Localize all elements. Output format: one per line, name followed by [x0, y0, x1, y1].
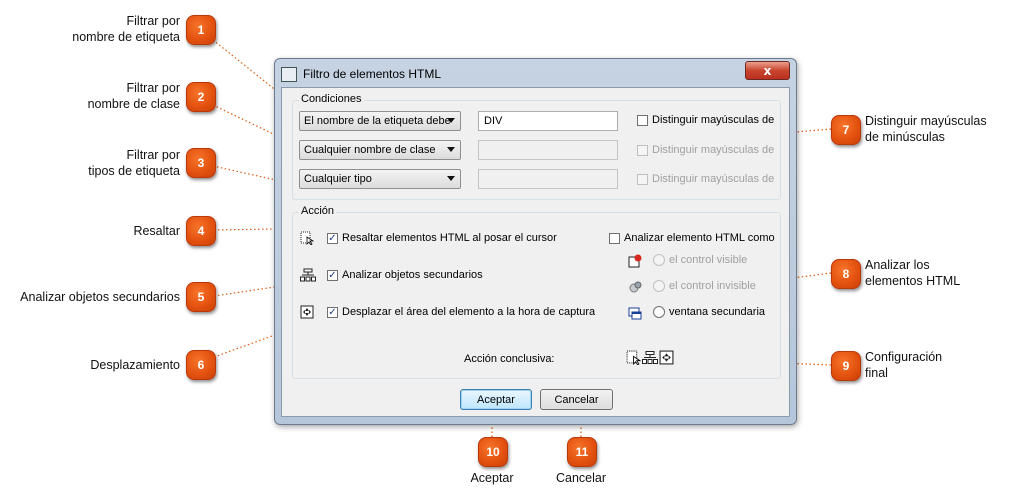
close-button[interactable]: x — [745, 61, 790, 80]
class-name-input[interactable] — [478, 140, 618, 160]
radio-child-window[interactable]: ventana secundaria — [653, 306, 773, 320]
child-window-icon — [628, 307, 642, 320]
callout-badge-6: 6 — [186, 350, 216, 380]
highlight-checkbox[interactable]: ✓ Resaltar elementos HTML al posar el cur… — [327, 232, 577, 246]
final-tree-icon — [642, 351, 658, 364]
cancel-button[interactable]: Cancelar — [540, 389, 613, 410]
dialog-client-area: Condiciones El nombre de la etiqueta deb… — [281, 87, 790, 417]
type-input[interactable] — [478, 169, 618, 189]
radio-invisible-control[interactable]: el control invisible — [653, 280, 773, 294]
final-highlight-icon — [626, 350, 641, 365]
final-action-icons[interactable] — [626, 350, 674, 366]
class-name-combo[interactable]: Cualquier nombre de clase — [299, 140, 461, 160]
radio-visible-control[interactable]: el control visible — [653, 254, 773, 268]
callout-badge-4: 4 — [186, 216, 216, 246]
callout-badge-7: 7 — [831, 115, 861, 145]
highlight-cursor-icon — [300, 231, 314, 245]
callout-text-6: Desplazamiento — [90, 358, 180, 372]
scroll-checkbox[interactable]: ✓ Desplazar el área del elemento a la hor… — [327, 306, 595, 320]
callout-text-10: Aceptar — [470, 471, 514, 485]
type-case-checkbox[interactable]: Distinguir mayúsculas de minúsculas — [637, 173, 777, 187]
final-action-label: Acción conclusiva: — [464, 353, 555, 365]
scroll-area-icon — [300, 305, 314, 319]
tree-structure-icon — [300, 268, 316, 282]
callout-badge-3: 3 — [186, 148, 216, 178]
callout-text-3: Filtrar por tipos de etiqueta — [88, 148, 180, 178]
callout-badge-1: 1 — [186, 15, 216, 45]
callout-badge-11: 11 — [567, 437, 597, 467]
callout-text-4: Resaltar — [133, 224, 180, 238]
class-case-checkbox[interactable]: Distinguir mayúsculas de minúsculas — [637, 144, 777, 158]
callout-badge-5: 5 — [186, 282, 216, 312]
invisible-control-icon — [629, 281, 642, 293]
callout-text-7: Distinguir mayúsculas de minúsculas — [865, 114, 987, 144]
action-group-label: Acción — [299, 205, 337, 217]
tag-name-input[interactable]: DIV — [478, 111, 618, 131]
callout-text-11: Cancelar — [555, 471, 607, 485]
callout-text-8: Analizar los elementos HTML — [865, 258, 961, 288]
analyze-as-checkbox[interactable]: Analizar elemento HTML como — [609, 232, 779, 246]
analyze-children-checkbox[interactable]: ✓ Analizar objetos secundarios — [327, 269, 527, 283]
conditions-group-label: Condiciones — [299, 93, 364, 105]
final-scroll-icon — [659, 350, 674, 365]
ok-button[interactable]: Aceptar — [460, 389, 532, 410]
app-icon — [281, 67, 297, 82]
visible-control-icon — [628, 254, 642, 268]
type-combo[interactable]: Cualquier tipo — [299, 169, 461, 189]
callout-text-5: Analizar objetos secundarios — [20, 290, 180, 304]
tag-case-checkbox[interactable]: Distinguir mayúsculas de minúsculas — [637, 114, 777, 128]
tag-name-combo[interactable]: El nombre de la etiqueta debe — [299, 111, 461, 131]
title-bar[interactable]: Filtro de elementos HTML x — [275, 59, 796, 87]
callout-text-9: Configuración final — [865, 350, 943, 380]
filter-dialog-window: Filtro de elementos HTML x Condiciones E… — [274, 58, 797, 425]
callout-badge-10: 10 — [478, 437, 508, 467]
callout-text-1: Filtrar por nombre de etiqueta — [72, 14, 180, 44]
dialog-title: Filtro de elementos HTML — [303, 67, 442, 81]
callout-text-2: Filtrar por nombre de clase — [87, 81, 180, 111]
callout-badge-2: 2 — [186, 82, 216, 112]
callout-badge-9: 9 — [831, 351, 861, 381]
callout-badge-8: 8 — [831, 259, 861, 289]
